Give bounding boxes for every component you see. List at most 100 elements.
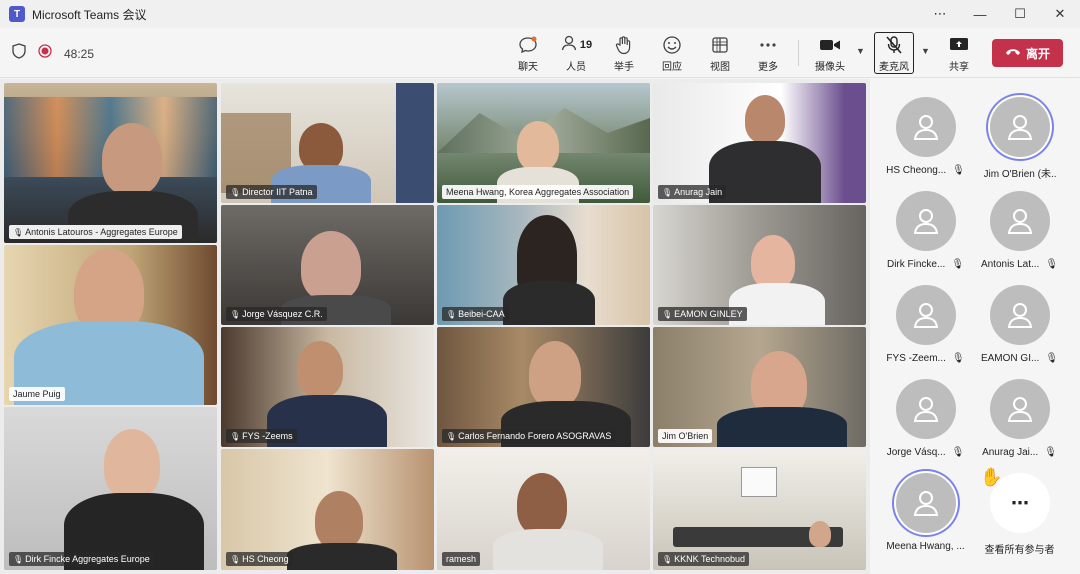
more-label: 更多 [758, 62, 778, 73]
more-dots-icon [759, 34, 777, 56]
view-label: 视图 [710, 62, 730, 73]
video-tile[interactable]: 🎙 Jorge Vásquez C.R. [221, 205, 434, 325]
video-tile[interactable]: ramesh [437, 449, 650, 570]
tile-nametag: 🎙 EAMON GINLEY [658, 307, 747, 321]
tile-nametag: 🎙 Anurag Jain [658, 185, 727, 199]
chat-label: 聊天 [518, 62, 538, 73]
camera-button[interactable]: 摄像头 [810, 34, 850, 73]
video-tile[interactable]: 🎙 Dirk Fincke Aggregates Europe [4, 407, 217, 570]
participant-video [102, 123, 162, 195]
more-options-icon[interactable]: ⋯ [920, 0, 960, 28]
leave-button[interactable]: 离开 [992, 39, 1063, 67]
video-tile[interactable]: 🎙 Carlos Fernando Forero ASOGRAVAS [437, 327, 650, 447]
mic-options-chevron-icon[interactable]: ▼ [921, 46, 930, 56]
tile-name: Antonis Latouros - Aggregates Europe [25, 227, 178, 237]
shield-icon[interactable] [12, 43, 26, 64]
tile-name: Jaume Puig [13, 389, 61, 399]
mic-muted-icon: 🎙 [446, 431, 457, 441]
tile-name: Meena Hwang, Korea Aggregates Associatio… [446, 187, 630, 197]
react-button[interactable]: 回应 [652, 34, 692, 73]
video-tile[interactable]: 🎙 HS Cheong [221, 449, 434, 570]
roster-item[interactable]: Anurag Jai... 🎙 [972, 379, 1067, 471]
roster-name: Jim O'Brien (未... [983, 169, 1056, 180]
video-tile[interactable]: 🎙 Director IIT Patna [221, 83, 434, 203]
mic-muted-icon: 🎙 [230, 309, 241, 319]
mic-muted-icon: 🎙 [446, 309, 457, 319]
tile-name: EAMON GINLEY [674, 309, 743, 319]
participant-video [745, 95, 785, 143]
roster-item[interactable]: Dirk Fincke... 🎙 [878, 191, 973, 283]
roster-item[interactable]: Jim O'Brien (未... [972, 97, 1067, 189]
tile-name: HS Cheong [242, 554, 289, 564]
camera-label: 摄像头 [815, 62, 845, 73]
mic-muted-icon: 🎙 [951, 447, 965, 458]
mic-label: 麦克风 [879, 62, 909, 73]
mic-muted-icon: 🎙 [230, 187, 241, 197]
avatar-placeholder-icon [896, 285, 956, 345]
tile-nametag: ramesh [442, 552, 481, 566]
raised-hand-icon: ✋ [980, 467, 1003, 487]
share-button[interactable]: 共享 [939, 34, 979, 73]
avatar-placeholder-icon [896, 473, 956, 533]
video-tile[interactable]: 🎙 KKNK Technobud [653, 449, 866, 570]
minimize-button[interactable]: — [960, 0, 1000, 28]
mic-muted-icon: 🎙 [662, 187, 673, 197]
tile-nametag: 🎙 Jorge Vásquez C.R. [226, 307, 327, 321]
avatar-placeholder-icon [990, 379, 1050, 439]
share-screen-icon [949, 34, 969, 56]
participant-video [104, 429, 160, 499]
participant-video [301, 231, 361, 301]
video-tile[interactable]: 🎙 Anurag Jain [653, 83, 866, 203]
roster-name: FYS -Zeem... [886, 353, 946, 364]
tile-name: Anurag Jain [674, 187, 723, 197]
roster-item[interactable]: Jorge Vásq... 🎙 [878, 379, 973, 471]
tile-nametag: 🎙 Director IIT Patna [226, 185, 317, 199]
roster-name: EAMON GI... [980, 353, 1040, 364]
camera-options-chevron-icon[interactable]: ▼ [856, 46, 865, 56]
mic-muted-icon: 🎙 [952, 165, 965, 176]
recording-icon [38, 44, 52, 63]
maximize-button[interactable]: ☐ [1000, 0, 1040, 28]
mic-button[interactable]: 麦克风 [874, 34, 914, 73]
people-button[interactable]: 19 人员 [556, 34, 596, 73]
roster-name: Antonis Lat... [980, 259, 1040, 270]
participant-roster: HS Cheong... 🎙 Jim O'Brien (未... Dirk Fin… [870, 79, 1080, 574]
video-tile[interactable]: Jim O'Brien [653, 327, 866, 447]
mic-muted-icon: 🎙 [1044, 447, 1057, 458]
mic-muted-icon: 🎙 [662, 309, 673, 319]
avatar-placeholder-icon [896, 379, 956, 439]
avatar-placeholder-icon [990, 97, 1050, 157]
participant-body [287, 543, 397, 570]
mic-muted-icon: 🎙 [951, 353, 965, 364]
raise-hand-button[interactable]: 举手 [604, 34, 644, 73]
roster-item[interactable]: Antonis Lat... 🎙 [972, 191, 1067, 283]
chat-button[interactable]: 聊天 [508, 34, 548, 73]
tile-name: Dirk Fincke Aggregates Europe [25, 554, 150, 564]
video-tile[interactable]: Jaume Puig [4, 245, 217, 405]
grid-view-icon [711, 34, 729, 56]
roster-name: Meena Hwang, ... [886, 541, 965, 552]
participant-video [529, 341, 581, 407]
video-tile[interactable]: 🎙 Beibei-CAA [437, 205, 650, 325]
roster-item[interactable]: FYS -Zeem... 🎙 [878, 285, 973, 377]
video-tile[interactable]: 🎙 EAMON GINLEY [653, 205, 866, 325]
roster-item[interactable]: EAMON GI... 🎙 [972, 285, 1067, 377]
view-all-participants-button[interactable]: ⋯ ✋ 查看所有参与者 [972, 467, 1067, 565]
participant-video [751, 235, 795, 289]
video-camera-icon [819, 34, 841, 56]
tile-name: Beibei-CAA [458, 309, 505, 319]
roster-item[interactable]: Meena Hwang, ... [878, 473, 973, 565]
view-button[interactable]: 视图 [700, 34, 740, 73]
participant-body [717, 407, 847, 447]
avatar-placeholder-icon [990, 191, 1050, 251]
avatar-placeholder-icon [896, 97, 956, 157]
tile-name: Director IIT Patna [242, 187, 313, 197]
window-controls: ⋯ — ☐ ✕ [920, 0, 1080, 28]
video-tile[interactable]: 🎙 FYS -Zeems [221, 327, 434, 447]
window-title: Microsoft Teams 会议 [32, 7, 147, 22]
video-tile[interactable]: Meena Hwang, Korea Aggregates Associatio… [437, 83, 650, 203]
video-tile[interactable]: 🎙 Antonis Latouros - Aggregates Europe [4, 83, 217, 243]
more-button[interactable]: 更多 [748, 34, 788, 73]
close-button[interactable]: ✕ [1040, 0, 1080, 28]
roster-item[interactable]: HS Cheong... 🎙 [878, 97, 973, 189]
